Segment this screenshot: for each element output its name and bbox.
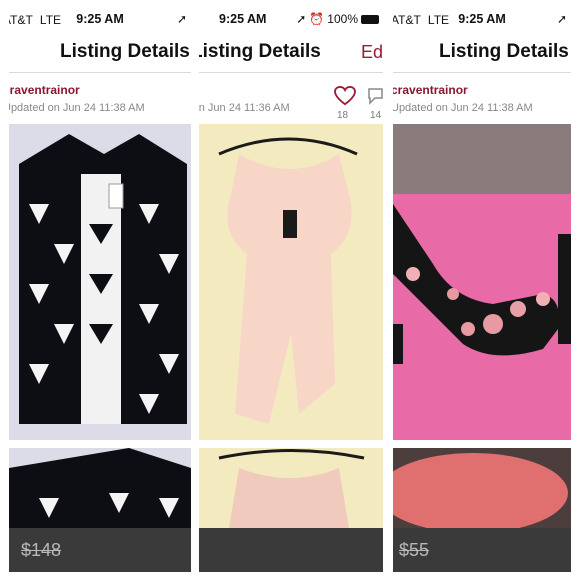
status-bar: AT&T LTE 9:25 AM ➚ <box>393 8 571 32</box>
alarm-icon: ⏰ <box>309 12 325 26</box>
listing-panel-2: 9:25 AM ➚ ⏰ 100% Listing Details Edit cr… <box>199 8 383 572</box>
listing-photo-secondary[interactable] <box>9 448 191 528</box>
comment-icon[interactable] <box>367 87 383 105</box>
listing-panel-3: AT&T LTE 9:25 AM ➚ Listing Details crave… <box>393 8 571 572</box>
nav-bar: Listing Details <box>9 32 191 73</box>
page-title: Listing Details <box>439 41 569 62</box>
edit-button[interactable]: Edit <box>361 42 383 63</box>
price-label: $148 <box>21 540 62 560</box>
location-icon: ➚ <box>296 12 307 26</box>
listing-photo[interactable] <box>9 124 191 440</box>
listing-photo[interactable] <box>199 124 383 440</box>
price-bar: $148 <box>9 528 191 572</box>
seller-username[interactable]: craventrainor <box>393 83 468 97</box>
price-bar: $55 <box>393 528 571 572</box>
seller-info: craventrainor Updated on Jun 24 11:38 AM <box>393 76 571 124</box>
like-heart-icon[interactable] <box>334 86 356 106</box>
seller-username[interactable]: craventrainor <box>9 83 80 97</box>
shoes-image <box>393 124 571 440</box>
listing-photo-secondary[interactable] <box>199 448 383 528</box>
seller-info: craventrainor Updated on Jun 24 11:36 AM… <box>199 76 383 124</box>
listing-photo[interactable] <box>393 124 571 440</box>
cardigan-image <box>9 124 191 440</box>
status-bar: AT&T LTE 9:25 AM ➚ <box>9 8 191 32</box>
nav-bar: Listing Details Edit <box>199 32 383 73</box>
status-bar: 9:25 AM ➚ ⏰ 100% <box>199 8 383 32</box>
page-title: Listing Details <box>60 41 190 62</box>
shoes-image-2 <box>393 448 571 528</box>
clock: 9:25 AM <box>76 12 124 26</box>
price-label: $55 <box>399 540 430 560</box>
listing-photo-secondary[interactable] <box>393 448 571 528</box>
location-icon: ➚ <box>176 12 187 26</box>
comments-count: 14 <box>370 110 382 121</box>
battery-percent: 100% <box>327 12 358 26</box>
clock: 9:25 AM <box>219 12 267 26</box>
nav-bar: Listing Details <box>393 32 571 73</box>
location-icon: ➚ <box>556 12 567 26</box>
blouse-image <box>199 124 383 440</box>
updated-timestamp: Updated on Jun 24 11:38 AM <box>393 102 533 114</box>
battery-icon <box>361 14 379 24</box>
page-title: Listing Details <box>199 41 321 62</box>
updated-timestamp: Updated on Jun 24 11:36 AM <box>199 102 290 114</box>
clock: 9:25 AM <box>458 12 506 26</box>
price-bar <box>199 528 383 572</box>
seller-info: craventrainor Updated on Jun 24 11:38 AM <box>9 76 191 124</box>
updated-timestamp: Updated on Jun 24 11:38 AM <box>9 102 145 114</box>
cardigan-image-2 <box>9 448 191 528</box>
blouse-image-2 <box>218 449 365 528</box>
listing-panel-1: AT&T LTE 9:25 AM ➚ Listing Details crave… <box>9 8 191 572</box>
likes-count: 18 <box>337 110 349 121</box>
